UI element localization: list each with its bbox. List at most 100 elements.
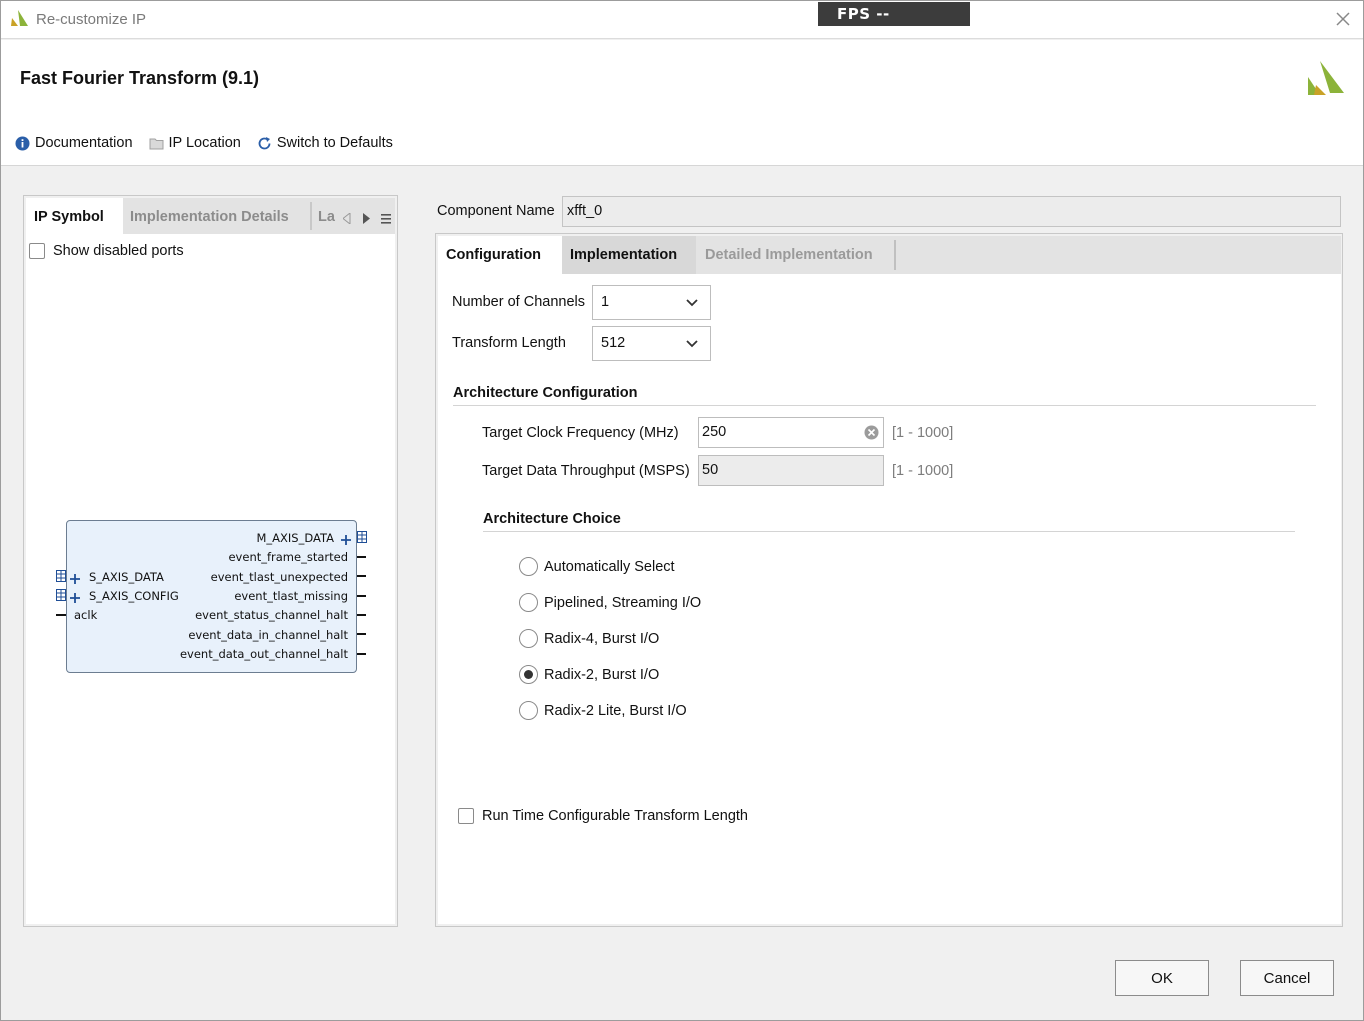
expand-plus-icon[interactable] [70,590,80,606]
port-stub [357,653,366,655]
port-event-data-out-channel-halt: event_data_out_channel_halt [179,647,348,661]
radio-button[interactable] [519,701,538,720]
tab-detailed-implementation[interactable]: Detailed Implementation [696,236,894,274]
radio-button[interactable] [519,629,538,648]
port-event-frame-started: event_frame_started [228,550,348,564]
tab-menu-icon[interactable] [381,211,391,227]
ip-location-button[interactable]: IP Location [149,135,241,151]
show-disabled-ports-checkbox[interactable] [29,243,45,259]
runtime-configurable-checkbox[interactable] [458,808,474,824]
expand-plus-icon[interactable] [341,532,351,548]
clock-frequency-range: [1 - 1000] [892,425,954,441]
documentation-button[interactable]: Documentation [15,135,133,151]
port-event-data-in-channel-halt: event_data_in_channel_halt [188,628,348,642]
port-aclk: aclk [74,608,98,622]
radio-label: Pipelined, Streaming I/O [544,594,702,611]
radio-radix2-burst[interactable]: Radix-2, Burst I/O [519,665,659,684]
component-name-field[interactable]: xfft_0 [562,196,1341,227]
throughput-range: [1 - 1000] [892,463,954,479]
switch-defaults-label: Switch to Defaults [276,135,393,151]
left-tabs: IP Symbol Implementation Details La [26,198,395,236]
ok-button[interactable]: OK [1115,960,1209,996]
tab-implementation[interactable]: Implementation [562,236,696,274]
radio-automatically-select[interactable]: Automatically Select [519,557,675,576]
ip-location-label: IP Location [168,135,241,151]
port-stub [357,633,366,635]
transform-length-label: Transform Length [452,335,566,351]
num-channels-label: Number of Channels [452,294,585,310]
switch-defaults-button[interactable]: Switch to Defaults [257,135,393,151]
runtime-configurable-length[interactable]: Run Time Configurable Transform Length [458,808,748,824]
cancel-button[interactable]: Cancel [1240,960,1334,996]
num-channels-select[interactable]: 1 [592,285,711,320]
ip-symbol-panel: IP Symbol Implementation Details La Show… [23,195,398,927]
bus-interface-icon [56,588,66,604]
bus-interface-icon [357,530,367,546]
chevron-down-icon [686,299,698,307]
radio-label: Radix-4, Burst I/O [544,630,660,647]
clear-icon[interactable] [864,425,879,444]
tab-scroll-right-icon[interactable] [362,211,370,227]
port-stub [357,575,366,577]
radio-radix4-burst[interactable]: Radix-4, Burst I/O [519,629,659,648]
port-event-status-channel-halt: event_status_channel_halt [195,608,348,622]
clock-frequency-label: Target Clock Frequency (MHz) [482,425,679,441]
documentation-label: Documentation [35,135,133,151]
tab-scroll-left-icon[interactable] [342,211,351,227]
show-disabled-ports[interactable]: Show disabled ports [29,243,184,259]
configuration-tab-content: Number of Channels 1 Transform Length 51… [438,274,1341,924]
port-stub [357,556,366,558]
info-icon [15,136,30,150]
runtime-configurable-label: Run Time Configurable Transform Length [482,808,748,824]
clock-frequency-input[interactable]: 250 [698,417,884,448]
ip-symbol-block: M_AXIS_DATA event_frame_started event_tl… [66,520,357,673]
tab-ip-symbol[interactable]: IP Symbol [26,198,123,236]
tab-implementation-details[interactable]: Implementation Details [130,198,310,236]
num-channels-value: 1 [601,294,610,310]
dialog-header: Fast Fourier Transform (9.1) Documentati… [1,40,1363,166]
radio-button[interactable] [519,557,538,576]
port-event-tlast-unexpected: event_tlast_unexpected [210,570,348,584]
port-stub [56,614,66,616]
window-title: Re-customize IP [36,11,147,28]
throughput-input[interactable]: 50 [698,455,884,486]
component-name-label: Component Name [437,203,555,219]
radio-label: Automatically Select [544,558,675,575]
port-event-tlast-missing: event_tlast_missing [234,589,348,603]
transform-length-select[interactable]: 512 [592,326,711,361]
architecture-configuration-title: Architecture Configuration [453,385,638,401]
bus-interface-icon [56,569,66,585]
tab-la[interactable]: La [318,198,342,236]
port-m-axis-data: M_AXIS_DATA [256,531,335,545]
section-divider [453,405,1316,406]
title-bar: Re-customize IP FPS -- [1,1,1363,39]
tab-divider [894,240,896,270]
tab-configuration[interactable]: Configuration [438,236,562,274]
configuration-panel: Configuration Implementation Detailed Im… [435,233,1343,927]
ip-symbol-canvas: Show disabled ports M_AXIS_DATA event_fr… [26,234,395,924]
radio-button[interactable] [519,593,538,612]
expand-plus-icon[interactable] [70,571,80,587]
port-s-axis-data: S_AXIS_DATA [89,570,164,584]
clock-frequency-value: 250 [702,424,727,440]
transform-length-value: 512 [601,335,626,351]
architecture-choice-title: Architecture Choice [483,511,621,527]
section-divider [483,531,1295,532]
radio-label: Radix-2, Burst I/O [544,666,660,683]
ip-title: Fast Fourier Transform (9.1) [20,68,260,88]
radio-label: Radix-2 Lite, Burst I/O [544,702,687,719]
dialog-window: Re-customize IP FPS -- Fast Fourier Tran… [0,0,1364,1021]
chevron-down-icon [686,340,698,348]
vivado-logo-icon [10,10,30,31]
radio-pipelined-streaming[interactable]: Pipelined, Streaming I/O [519,593,701,612]
close-icon[interactable] [1334,10,1352,28]
radio-button-selected[interactable] [519,665,538,684]
port-s-axis-config: S_AXIS_CONFIG [89,589,179,603]
refresh-icon [258,136,271,149]
port-stub [357,595,366,597]
tab-divider [310,202,312,230]
port-stub [357,614,366,616]
folder-icon [149,138,164,149]
radio-radix2-lite-burst[interactable]: Radix-2 Lite, Burst I/O [519,701,687,720]
throughput-label: Target Data Throughput (MSPS) [482,463,690,479]
